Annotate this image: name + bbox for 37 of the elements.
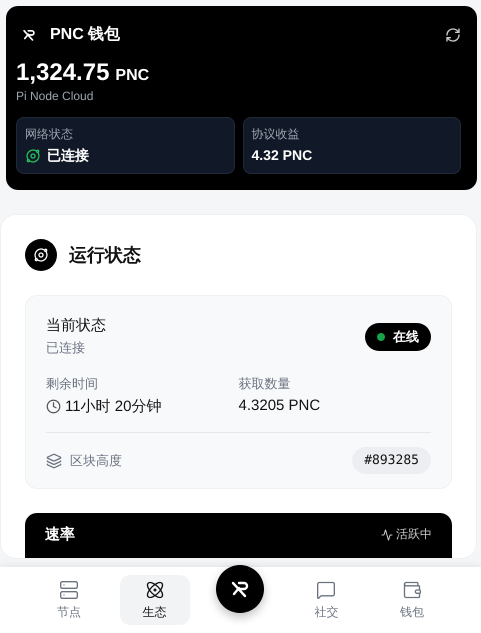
rate-title: 速率 — [45, 525, 75, 544]
status-label: 当前状态 — [46, 316, 106, 335]
nav-tab[interactable]: 社交 — [291, 575, 362, 625]
wallet-title: PNC 钱包 — [50, 24, 120, 45]
layers-icon — [46, 452, 62, 468]
nav-tab[interactable]: 节点 — [34, 575, 104, 625]
orbit-icon — [25, 148, 41, 164]
metric-value: 4.3205 PNC — [238, 397, 320, 414]
logo-icon — [230, 579, 250, 599]
chat-bubble-icon — [316, 580, 336, 600]
block-height: #893285 — [352, 447, 431, 474]
rate-status: 活跃中 — [396, 526, 432, 543]
stat-value: 已连接 — [47, 147, 89, 165]
orbit-icon — [33, 247, 49, 263]
server-icon — [58, 580, 79, 600]
clock-icon — [46, 399, 61, 414]
balance-amount: 1,324.75 — [16, 59, 110, 87]
nav-tab[interactable]: 钱包 — [377, 575, 447, 625]
stat-label: 网络状态 — [25, 126, 74, 143]
online-badge: 在线 — [365, 322, 431, 350]
balance-unit: PNC — [115, 67, 150, 85]
logo-icon — [22, 28, 36, 42]
metric-value: 11小时 20分钟 — [65, 397, 162, 416]
status-value: 已连接 — [46, 339, 86, 357]
center-logo-button[interactable] — [216, 565, 264, 613]
refresh-icon[interactable] — [445, 26, 461, 42]
wallet-icon — [402, 580, 422, 600]
activity-icon — [381, 528, 393, 540]
metric-label: 剩余时间 — [46, 375, 99, 393]
nav-tab[interactable]: 生态 — [120, 575, 190, 625]
stat-value: 4.32 PNC — [252, 147, 312, 163]
block-label: 区块高度 — [70, 452, 122, 470]
atom-icon — [144, 580, 165, 600]
stat-label: 协议收益 — [252, 126, 300, 143]
panel-title: 运行状态 — [69, 244, 141, 267]
wallet-subtitle: Pi Node Cloud — [16, 89, 94, 103]
metric-label: 获取数量 — [238, 375, 292, 393]
